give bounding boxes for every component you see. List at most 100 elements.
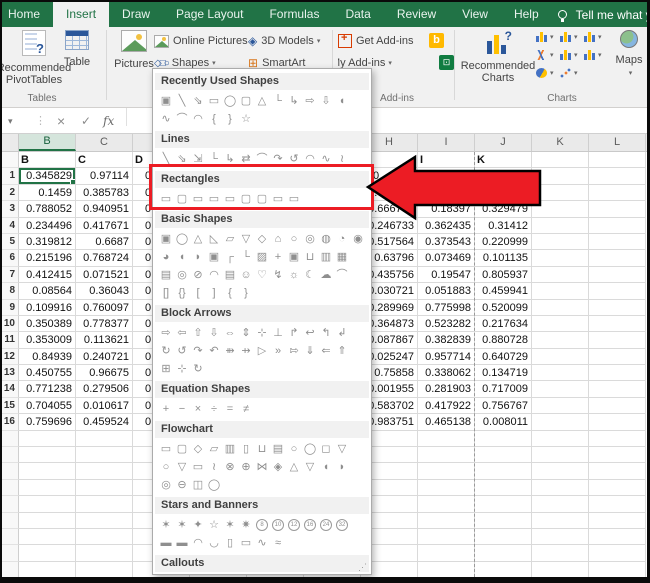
shape-icon[interactable]: ○ bbox=[286, 231, 302, 248]
shape-icon[interactable]: {} bbox=[174, 285, 190, 302]
shape-icon[interactable]: { bbox=[206, 111, 222, 128]
cell[interactable] bbox=[418, 562, 475, 577]
cell[interactable]: 0.08564 bbox=[19, 283, 76, 299]
cell[interactable]: 0.113621 bbox=[76, 332, 133, 348]
cell[interactable]: 0.756767 bbox=[475, 398, 532, 414]
cell[interactable]: 0.240721 bbox=[76, 349, 133, 365]
shape-icon[interactable]: ⊔ bbox=[254, 441, 270, 458]
cell[interactable] bbox=[418, 529, 475, 545]
cell[interactable]: 0.759696 bbox=[19, 414, 76, 430]
cell[interactable] bbox=[589, 447, 646, 463]
cell[interactable] bbox=[532, 349, 589, 365]
cell[interactable] bbox=[19, 496, 76, 512]
row-header[interactable]: 7 bbox=[2, 267, 19, 283]
shape-icon[interactable]: × bbox=[190, 401, 206, 418]
shape-icon[interactable]: » bbox=[270, 343, 286, 360]
shape-icon[interactable]: ▥ bbox=[318, 249, 334, 266]
shape-icon[interactable]: ▣ bbox=[158, 231, 174, 248]
cell[interactable]: 0.101135 bbox=[475, 250, 532, 266]
cell[interactable] bbox=[76, 480, 133, 496]
line-chart-button[interactable]: ▾ bbox=[536, 50, 554, 60]
cell[interactable] bbox=[532, 267, 589, 283]
cell[interactable] bbox=[589, 381, 646, 397]
shape-icon[interactable]: ◎ bbox=[302, 231, 318, 248]
shape-icon[interactable]: ◠ bbox=[190, 111, 206, 128]
shape-icon[interactable]: 8 bbox=[256, 519, 268, 531]
row-header[interactable]: 11 bbox=[2, 332, 19, 348]
shape-icon[interactable]: △ bbox=[190, 231, 206, 248]
shape-icon[interactable]: ◯ bbox=[222, 93, 238, 110]
cell[interactable]: 0.319812 bbox=[19, 234, 76, 250]
cell[interactable]: 0.073469 bbox=[418, 250, 475, 266]
shape-icon[interactable]: ⇰ bbox=[286, 343, 302, 360]
cell[interactable]: 0.134719 bbox=[475, 365, 532, 381]
cell[interactable] bbox=[532, 316, 589, 332]
row-header[interactable]: 2 bbox=[2, 185, 19, 201]
shape-icon[interactable]: ▨ bbox=[254, 249, 270, 266]
cell[interactable] bbox=[76, 447, 133, 463]
row-header[interactable] bbox=[2, 513, 19, 529]
shape-icon[interactable]: ⌐ bbox=[318, 575, 334, 576]
shape-icon[interactable]: ◠ bbox=[206, 267, 222, 284]
row-header[interactable]: 13 bbox=[2, 365, 19, 381]
cell[interactable] bbox=[418, 431, 475, 447]
cell[interactable] bbox=[532, 250, 589, 266]
shape-icon[interactable]: ¬ bbox=[334, 575, 350, 576]
row-header[interactable]: 1 bbox=[2, 168, 19, 184]
shape-icon[interactable]: ◉ bbox=[350, 231, 366, 248]
shape-icon[interactable]: ▭ bbox=[158, 441, 174, 458]
row-header[interactable]: 15 bbox=[2, 398, 19, 414]
shape-icon[interactable]: ⋈ bbox=[254, 459, 270, 476]
cell[interactable] bbox=[589, 496, 646, 512]
shape-icon[interactable]: ▢ bbox=[174, 575, 190, 576]
shape-icon[interactable]: ⇘ bbox=[190, 93, 206, 110]
cell[interactable] bbox=[532, 431, 589, 447]
cell[interactable] bbox=[589, 201, 646, 217]
shape-icon[interactable]: ▱ bbox=[206, 441, 222, 458]
shape-icon[interactable]: ▣ bbox=[158, 93, 174, 110]
cell[interactable] bbox=[76, 513, 133, 529]
shape-icon[interactable]: ⊗ bbox=[222, 459, 238, 476]
cell[interactable] bbox=[589, 349, 646, 365]
shape-icon[interactable]: ↻ bbox=[190, 361, 206, 378]
cell[interactable]: 0.345829 bbox=[19, 168, 76, 184]
shape-icon[interactable]: ▯ bbox=[238, 441, 254, 458]
shape-icon[interactable]: ⇸ bbox=[238, 343, 254, 360]
cell[interactable]: 0.215196 bbox=[19, 250, 76, 266]
shape-icon[interactable]: ↺ bbox=[174, 343, 190, 360]
row-header[interactable] bbox=[2, 463, 19, 479]
pie-chart-button[interactable]: ▾ bbox=[536, 68, 554, 78]
shape-icon[interactable]: − bbox=[174, 401, 190, 418]
cell[interactable] bbox=[589, 545, 646, 561]
shape-icon[interactable]: ▢ bbox=[238, 93, 254, 110]
cell[interactable] bbox=[475, 496, 532, 512]
tab-formulas[interactable]: Formulas bbox=[256, 2, 332, 27]
cell[interactable] bbox=[475, 463, 532, 479]
row-header[interactable] bbox=[2, 496, 19, 512]
shape-icon[interactable]: ⊥ bbox=[270, 325, 286, 342]
shape-icon[interactable]: ¬ bbox=[238, 575, 254, 576]
row-header[interactable]: 10 bbox=[2, 316, 19, 332]
cell[interactable]: 0.96675 bbox=[76, 365, 133, 381]
cell[interactable] bbox=[589, 250, 646, 266]
column-header-l[interactable]: L bbox=[589, 134, 646, 151]
cell[interactable]: 0.281903 bbox=[418, 381, 475, 397]
shape-icon[interactable]: ▽ bbox=[334, 441, 350, 458]
shape-icon[interactable]: ↻ bbox=[158, 343, 174, 360]
shape-icon[interactable]: ✷ bbox=[238, 517, 254, 534]
cell[interactable] bbox=[532, 545, 589, 561]
cell[interactable] bbox=[76, 496, 133, 512]
cell[interactable] bbox=[475, 529, 532, 545]
cell[interactable]: 0.010617 bbox=[76, 398, 133, 414]
tab-help[interactable]: Help bbox=[501, 2, 552, 27]
cell[interactable] bbox=[532, 332, 589, 348]
tab-data[interactable]: Data bbox=[332, 2, 383, 27]
shape-icon[interactable]: 10 bbox=[272, 519, 284, 531]
shape-icon[interactable]: ▢ bbox=[174, 441, 190, 458]
cell[interactable]: 0.760097 bbox=[76, 300, 133, 316]
cell[interactable]: 0.417671 bbox=[76, 218, 133, 234]
shape-icon[interactable]: └ bbox=[238, 249, 254, 266]
table-button[interactable]: Table bbox=[52, 30, 102, 68]
cell[interactable] bbox=[418, 545, 475, 561]
shape-icon[interactable]: ↯ bbox=[270, 267, 286, 284]
